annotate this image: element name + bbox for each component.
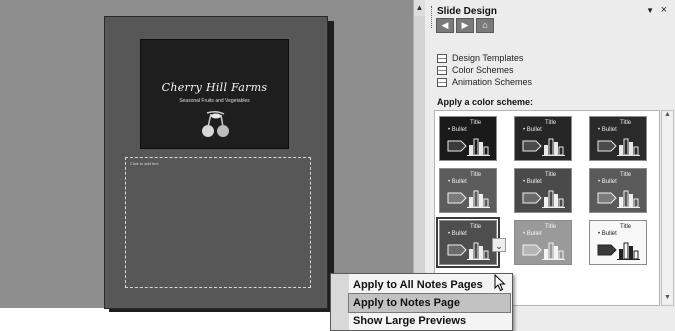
pane-nav: ◀ ▶ ⌂ xyxy=(436,18,494,33)
scheme-bullet-sample: • Bullet xyxy=(523,179,542,185)
slide-thumbnail[interactable]: Cherry Hill Farms Seasonal Fruits and Ve… xyxy=(140,39,289,149)
scheme-title-sample: Title xyxy=(545,224,557,230)
menu-icon-stripe xyxy=(331,274,349,330)
scheme-bullet-sample: • Bullet xyxy=(598,231,617,237)
scroll-up-icon[interactable]: ▲ xyxy=(414,0,425,16)
scheme-bullet-sample: • Bullet xyxy=(598,179,617,185)
scheme-chart-icon xyxy=(447,190,490,208)
scheme-chart-icon xyxy=(522,242,565,260)
scheme-title-sample: Title xyxy=(545,120,557,126)
forward-icon[interactable]: ▶ xyxy=(456,18,474,33)
animation-schemes-icon xyxy=(437,77,447,87)
design-templates-icon xyxy=(437,53,447,63)
scheme-chart-icon xyxy=(597,138,640,156)
scheme-title-sample: Title xyxy=(545,172,557,178)
scheme-bullet-sample: • Bullet xyxy=(448,127,467,133)
chevron-down-icon[interactable]: ⌄ xyxy=(492,238,506,252)
color-scheme-7[interactable]: Title • Bullet xyxy=(436,217,500,268)
menu-item-apply-all-notes-pages[interactable]: Apply to All Notes Pages xyxy=(349,276,510,294)
scheme-title-sample: Title xyxy=(470,172,482,178)
notes-page-workspace: Cherry Hill Farms Seasonal Fruits and Ve… xyxy=(0,0,413,312)
color-scheme-4[interactable]: Title • Bullet xyxy=(439,168,497,213)
mouse-cursor-icon xyxy=(494,274,506,292)
scheme-title-sample: Title xyxy=(620,172,632,178)
context-menu: Apply to All Notes Pages Apply to Notes … xyxy=(330,273,513,331)
notes-page[interactable]: Cherry Hill Farms Seasonal Fruits and Ve… xyxy=(104,16,328,309)
notes-placeholder[interactable]: Click to add text xyxy=(125,157,311,288)
scheme-chart-icon xyxy=(522,138,565,156)
slide-title: Cherry Hill Farms xyxy=(161,81,268,94)
link-label: Color Schemes xyxy=(452,65,514,75)
menu-item-show-large-previews[interactable]: Show Large Previews xyxy=(349,312,510,330)
link-label: Design Templates xyxy=(452,53,524,63)
scheme-title-sample: Title xyxy=(470,120,482,126)
scheme-title-sample: Title xyxy=(620,224,632,230)
link-label: Animation Schemes xyxy=(452,77,533,87)
color-scheme-5[interactable]: Title • Bullet xyxy=(514,168,572,213)
scheme-chart-icon xyxy=(447,242,490,260)
link-color-schemes[interactable]: Color Schemes xyxy=(437,64,514,76)
scheme-bullet-sample: • Bullet xyxy=(448,179,467,185)
slide-subtitle: Seasonal Fruits and Vegetables xyxy=(179,98,250,104)
pane-menu-arrow-icon[interactable]: ▼ xyxy=(646,6,654,15)
color-scheme-9[interactable]: Title • Bullet xyxy=(589,220,647,265)
menu-item-apply-notes-page[interactable]: Apply to Notes Page xyxy=(348,293,511,313)
close-icon[interactable]: × xyxy=(661,4,667,16)
color-scheme-8[interactable]: Title • Bullet xyxy=(514,220,572,265)
section-header: Apply a color scheme: xyxy=(437,97,534,107)
scheme-bullet-sample: • Bullet xyxy=(523,231,542,237)
notes-placeholder-text: Click to add text xyxy=(130,161,159,166)
scroll-up-icon[interactable]: ▲ xyxy=(662,111,673,122)
scheme-bullet-sample: • Bullet xyxy=(448,231,467,237)
color-scheme-3[interactable]: Title • Bullet xyxy=(589,116,647,161)
scheme-chart-icon xyxy=(522,190,565,208)
color-scheme-2[interactable]: Title • Bullet xyxy=(514,116,572,161)
link-animation-schemes[interactable]: Animation Schemes xyxy=(437,76,532,88)
scheme-bullet-sample: • Bullet xyxy=(598,127,617,133)
color-scheme-6[interactable]: Title • Bullet xyxy=(589,168,647,213)
scheme-chart-icon xyxy=(597,190,640,208)
gallery-scrollbar[interactable]: ▲ ▼ xyxy=(661,110,674,306)
scheme-chart-icon xyxy=(597,242,640,260)
back-icon[interactable]: ◀ xyxy=(436,18,454,33)
scheme-chart-icon xyxy=(447,138,490,156)
pane-title: Slide Design xyxy=(437,6,498,17)
home-icon[interactable]: ⌂ xyxy=(476,18,494,33)
color-schemes-icon xyxy=(437,65,447,75)
scheme-title-sample: Title xyxy=(470,224,482,230)
cherries-illustration xyxy=(202,110,229,137)
pane-grip-handle[interactable] xyxy=(431,6,434,28)
scheme-title-sample: Title xyxy=(620,120,632,126)
color-scheme-1[interactable]: Title • Bullet xyxy=(439,116,497,161)
scroll-down-icon[interactable]: ▼ xyxy=(662,294,673,305)
scheme-bullet-sample: • Bullet xyxy=(523,127,542,133)
link-design-templates[interactable]: Design Templates xyxy=(437,52,523,64)
